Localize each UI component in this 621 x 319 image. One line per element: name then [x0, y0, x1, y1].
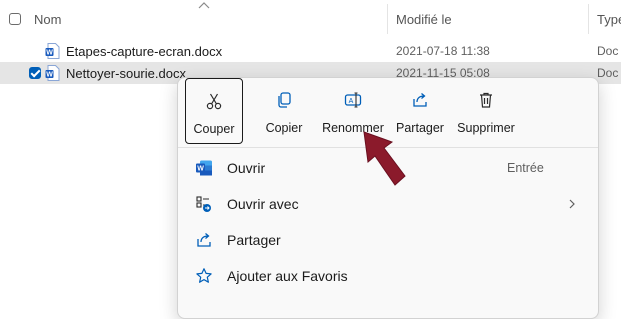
column-divider[interactable]: [387, 4, 388, 34]
menu-item-open-shortcut: Entrée: [507, 161, 544, 175]
file-type: Doc: [597, 66, 619, 80]
menu-item-open-with-label: Ouvrir avec: [227, 196, 299, 212]
column-header-type[interactable]: Type: [597, 12, 621, 27]
menu-item-add-favorites[interactable]: Ajouter aux Favoris: [178, 258, 598, 294]
column-divider[interactable]: [588, 4, 589, 34]
delete-button[interactable]: Supprimer: [453, 78, 519, 144]
delete-label: Supprimer: [457, 121, 515, 135]
open-with-icon: [196, 196, 211, 212]
select-all-checkbox[interactable]: [9, 13, 21, 25]
word-document-icon: W: [45, 43, 60, 59]
star-icon: [196, 268, 212, 283]
file-row[interactable]: W Etapes-capture-ecran.docx 2021-07-18 1…: [0, 40, 621, 62]
word-document-icon: W: [45, 65, 60, 81]
chevron-right-icon: [569, 199, 575, 209]
menu-item-share[interactable]: Partager: [178, 222, 598, 258]
menu-item-open-with[interactable]: Ouvrir avec: [178, 186, 598, 222]
scissors-icon: [206, 93, 222, 110]
menu-item-add-favorites-label: Ajouter aux Favoris: [227, 268, 348, 284]
word-icon: W: [196, 160, 212, 176]
share-icon: [197, 233, 211, 247]
cut-label: Couper: [193, 122, 235, 136]
trash-icon: [480, 92, 492, 108]
file-modified: 2021-07-18 11:38: [396, 44, 490, 58]
sort-ascending-icon: [198, 2, 210, 9]
svg-text:A: A: [349, 98, 354, 105]
svg-text:W: W: [46, 50, 53, 57]
row-checkbox[interactable]: [29, 67, 41, 79]
copy-button[interactable]: Copier: [259, 78, 309, 144]
file-name: Nettoyer-sourie.docx: [66, 66, 186, 81]
svg-text:W: W: [46, 72, 53, 79]
svg-text:W: W: [197, 166, 204, 173]
column-header-modified[interactable]: Modifié le: [396, 12, 452, 27]
column-header-row: Nom Modifié le Type: [0, 0, 621, 36]
context-menu: Couper Copier A Renommer Partager Suppri…: [177, 77, 599, 319]
cut-button[interactable]: Couper: [185, 78, 243, 144]
annotation-arrow-icon: [363, 131, 406, 186]
file-name: Etapes-capture-ecran.docx: [66, 44, 223, 59]
menu-item-share-label: Partager: [227, 232, 281, 248]
share-icon: [413, 93, 427, 107]
copy-icon: [278, 92, 291, 108]
file-type: Doc: [597, 44, 619, 58]
column-header-name[interactable]: Nom: [34, 12, 61, 27]
rename-icon: A: [344, 92, 362, 108]
copy-label: Copier: [265, 121, 303, 135]
menu-item-open-label: Ouvrir: [227, 160, 266, 176]
